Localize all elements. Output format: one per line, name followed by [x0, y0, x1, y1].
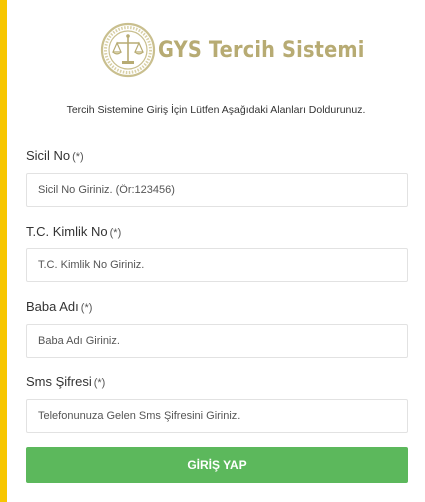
sms-sifresi-input[interactable] — [26, 399, 408, 433]
accent-bar — [0, 0, 7, 502]
tc-kimlik-no-label-text: T.C. Kimlik No — [26, 224, 108, 239]
form-instruction: Tercih Sistemine Giriş İçin Lütfen Aşağı… — [66, 104, 366, 116]
login-button[interactable]: GİRİŞ YAP — [26, 447, 408, 483]
app-title: GYS Tercih Sistemi — [158, 37, 365, 63]
tc-kimlik-no-label: T.C. Kimlik No (*) — [26, 224, 121, 239]
tc-kimlik-no-input[interactable] — [26, 248, 408, 282]
sms-sifresi-label-text: Sms Şifresi — [26, 374, 92, 389]
sicil-no-label-text: Sicil No — [26, 148, 71, 163]
required-mark: (*) — [80, 302, 93, 314]
baba-adi-label-text: Baba Adı — [26, 299, 79, 314]
baba-adi-input[interactable] — [26, 324, 408, 358]
sicil-no-label: Sicil No (*) — [26, 148, 84, 163]
baba-adi-label: Baba Adı (*) — [26, 299, 92, 314]
required-mark: (*) — [93, 377, 106, 389]
sicil-no-input[interactable] — [26, 173, 408, 207]
logo: GYS Tercih Sistemi — [100, 22, 393, 78]
sms-sifresi-label: Sms Şifresi (*) — [26, 374, 105, 389]
required-mark: (*) — [109, 227, 122, 239]
required-mark: (*) — [72, 151, 84, 163]
justice-scales-seal-icon — [100, 22, 156, 78]
